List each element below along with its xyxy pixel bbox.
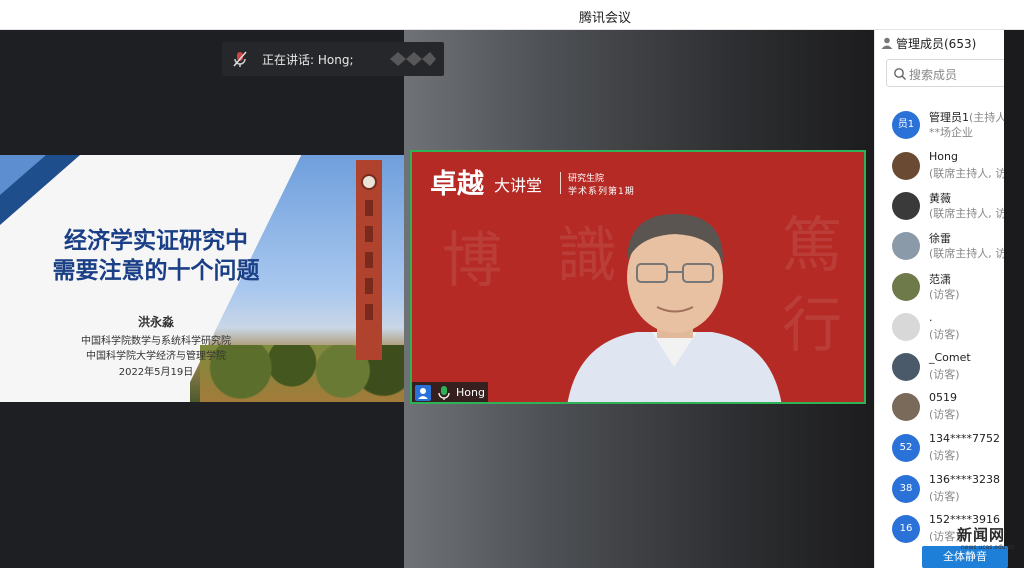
tower-window [365,304,373,320]
participant-name-bar: Hong [412,382,488,402]
speaking-indicator: 正在讲话: Hong; [222,42,444,76]
speaking-text: 正在讲话: Hong; [262,53,354,67]
lecture-org: 研究生院 [568,174,605,184]
avatar [892,232,920,260]
member-row[interactable]: 黄薇 (联席主持人, 访 [875,190,1004,230]
member-name: _Comet [929,351,971,364]
member-row[interactable]: Hong (联席主持人, 访 [875,150,1004,190]
lecture-logo-sub: 大讲堂 [494,176,543,195]
member-search-input[interactable]: 搜索成员 [886,59,1004,87]
avatar: 38 [892,475,920,503]
member-row[interactable]: 员1 管理员1(主持人 **场企业 [875,109,1004,149]
member-name-text: Hong [929,150,958,163]
tower-window [365,252,373,268]
member-name: 136****3238 [929,473,1000,486]
mic-icon [438,386,450,400]
watermark-url: news.ucas.edu.cn [961,544,1015,551]
shared-slide: 经济学实证研究中 需要注意的十个问题 洪永淼 中国科学院数学与系统科学研究院 中… [0,155,404,402]
clock-icon [361,174,377,190]
member-name: 范潇 [929,271,951,287]
slide-affiliation-2: 中国科学院大学经济与管理学院 [86,351,226,362]
member-row[interactable]: 38 136****3238 (访客) [875,473,1004,513]
site-watermark: 新闻网 news.ucas.edu.cn [955,522,1024,568]
search-icon [894,68,906,80]
member-name-text: _Comet [929,351,971,364]
members-header: 管理成员(653) [881,35,976,52]
member-name: 管理员1(主持人 [929,109,1004,125]
avatar: 16 [892,515,920,543]
member-role: (访客) [929,288,960,301]
background-calligraphy: 博 [442,226,502,296]
audio-wave-icon [390,52,436,66]
member-row[interactable]: 范潇 (访客) [875,271,1004,311]
member-role: (访客) [929,449,960,462]
member-role: (联席主持人, 访 [929,207,1004,220]
tower-window [365,200,373,216]
avatar [892,313,920,341]
member-name-text: 0519 [929,391,957,404]
member-role: (访客) [929,368,960,381]
avatar [892,192,920,220]
member-role: (联席主持人, 访 [929,167,1004,180]
search-placeholder: 搜索成员 [909,68,958,82]
window-title: 腾讯会议 [578,11,631,26]
avatar [892,273,920,301]
participant-name: Hong [456,386,485,399]
member-name-text: 136****3238 [929,473,1000,486]
mic-muted-icon [233,51,247,67]
slide-corner-decoration-light [0,155,46,195]
person-icon [881,37,893,49]
member-name-text: 管理员1 [929,111,969,124]
avatar [892,393,920,421]
slide-affiliation-1: 中国科学院数学与系统科学研究院 [81,336,231,347]
title-bar: 腾讯会议 [0,0,1024,30]
member-role: (访客) [929,408,960,421]
member-row[interactable]: _Comet (访客) [875,351,1004,391]
members-panel: 管理成员(653) 搜索成员 员1 管理员1(主持人 **场企业 Hong (联席主持人… [874,30,1004,568]
lecture-logo-main: 卓越 [430,169,484,200]
member-role: (访客) [929,490,960,503]
member-row[interactable]: 52 134****7752 (访客) [875,432,1004,472]
member-name-text: 徐雷 [929,232,951,245]
slide-title-line2: 需要注意的十个问题 [52,258,260,284]
member-row[interactable]: 徐雷 (联席主持人, 访 [875,230,1004,270]
slide-clock-tower [356,160,382,360]
member-name: 黄薇 [929,190,951,206]
member-name-text: . [929,311,933,324]
member-row[interactable]: 0519 (访客) [875,391,1004,431]
avatar [892,353,920,381]
slide-author: 洪永淼 [137,315,174,329]
member-role-inline: (主持人 [969,111,1004,124]
member-name: . [929,311,933,324]
tower-window [365,226,373,242]
member-role: (联席主持人, 访 [929,247,1004,260]
member-name-text: 范潇 [929,273,951,286]
member-name: 0519 [929,391,957,404]
logo-separator [560,172,561,194]
member-name: 134****7752 [929,432,1000,445]
person-icon [415,385,431,401]
avatar: 员1 [892,111,920,139]
speaker-figure [567,214,782,402]
members-header-text: 管理成员(653) [896,37,977,51]
slide-date: 2022年5月19日 [118,367,194,378]
avatar [892,152,920,180]
avatar: 52 [892,434,920,462]
speaker-video-tile[interactable]: 博 識 篤 行 卓越 大讲堂 研究生院 学术系列第1期 Hong [410,150,866,404]
member-row[interactable]: . (访客) [875,311,1004,351]
watermark-title: 新闻网 [957,526,1006,544]
member-name: 徐雷 [929,230,951,246]
member-name-text: 黄薇 [929,192,951,205]
member-name-text: 134****7752 [929,432,1000,445]
member-role: **场企业 [929,126,973,139]
member-name: Hong [929,150,958,163]
member-role: (访客) [929,328,960,341]
slide-title-line1: 经济学实证研究中 [64,228,248,254]
tower-window [365,278,373,294]
